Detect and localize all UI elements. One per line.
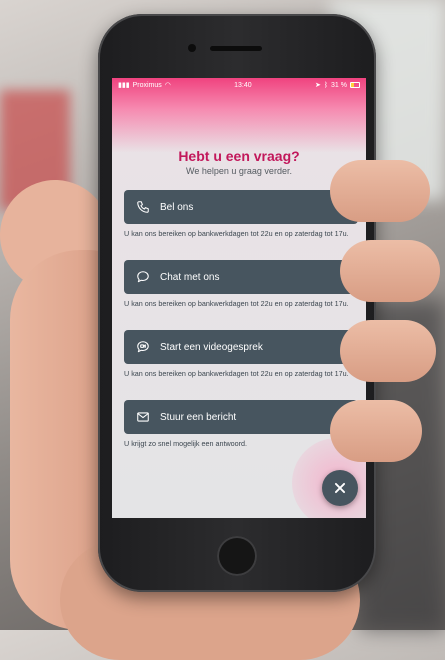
option-label: Chat met ons — [160, 271, 220, 283]
call-us-button[interactable]: Bel ons — [124, 190, 358, 224]
option-label: Stuur een bericht — [160, 411, 237, 423]
bluetooth-icon: ᛒ — [323, 81, 329, 89]
option-note: U kan ons bereiken op bankwerkdagen tot … — [124, 369, 349, 378]
chat-with-us-button[interactable]: Chat met ons — [124, 260, 358, 294]
hand-finger — [330, 400, 422, 462]
earpiece-speaker — [210, 46, 262, 51]
video-call-icon — [137, 341, 149, 353]
page-title: Hebt u een vraag? — [178, 148, 300, 164]
chat-bubble-icon — [137, 271, 149, 283]
envelope-icon — [137, 412, 149, 422]
front-camera — [188, 44, 196, 52]
battery-percent: 31 % — [331, 81, 347, 89]
hand-finger — [330, 160, 430, 222]
close-button[interactable] — [322, 470, 358, 506]
phone-screen: ▮▮▮ Proximus ◠ 13:40 ➤ ᛒ 31 % Hebt u een… — [112, 78, 366, 518]
page-subtitle: We helpen u graag verder. — [186, 166, 292, 176]
location-icon: ➤ — [314, 82, 321, 89]
option-label: Bel ons — [160, 201, 194, 213]
start-video-call-button[interactable]: Start een videogesprek — [124, 330, 358, 364]
wifi-icon: ◠ — [164, 82, 171, 89]
home-button[interactable] — [217, 536, 257, 576]
option-note: U kan ons bereiken op bankwerkdagen tot … — [124, 229, 349, 238]
battery-icon — [350, 82, 360, 88]
phone-device: ▮▮▮ Proximus ◠ 13:40 ➤ ᛒ 31 % Hebt u een… — [98, 14, 376, 592]
close-icon — [334, 482, 346, 494]
option-label: Start een videogesprek — [160, 341, 263, 353]
carrier-name: Proximus — [132, 81, 162, 89]
page-header: Hebt u een vraag? We helpen u graag verd… — [112, 148, 366, 176]
status-bar: ▮▮▮ Proximus ◠ 13:40 ➤ ᛒ 31 % — [112, 78, 366, 92]
send-message-button[interactable]: Stuur een bericht — [124, 400, 358, 434]
phone-icon — [137, 201, 149, 213]
hand-finger — [340, 240, 440, 302]
option-note: U kan ons bereiken op bankwerkdagen tot … — [124, 299, 349, 308]
status-time: 13:40 — [234, 81, 252, 89]
signal-icon: ▮▮▮ — [118, 82, 130, 89]
hand-finger — [340, 320, 436, 382]
